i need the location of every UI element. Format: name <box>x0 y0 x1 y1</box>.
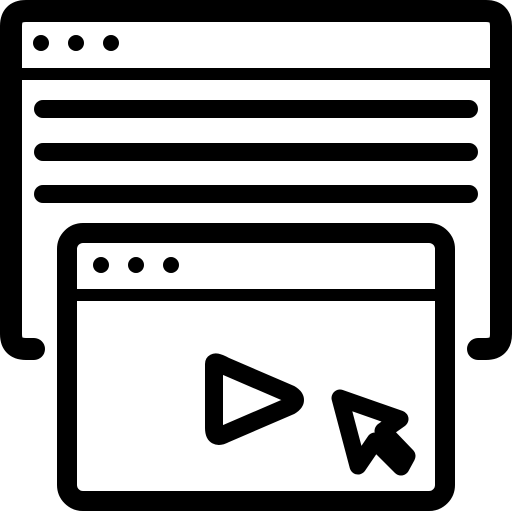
front-window-dot-1 <box>93 257 109 273</box>
back-window-dot-3 <box>103 35 119 51</box>
front-window-dot-3 <box>163 257 179 273</box>
back-window-dot-2 <box>68 35 84 51</box>
front-window-dot-2 <box>128 257 144 273</box>
browser-video-icon <box>0 0 512 511</box>
icon-canvas <box>0 0 512 512</box>
front-browser-window <box>57 223 455 511</box>
back-window-dot-1 <box>33 35 49 51</box>
